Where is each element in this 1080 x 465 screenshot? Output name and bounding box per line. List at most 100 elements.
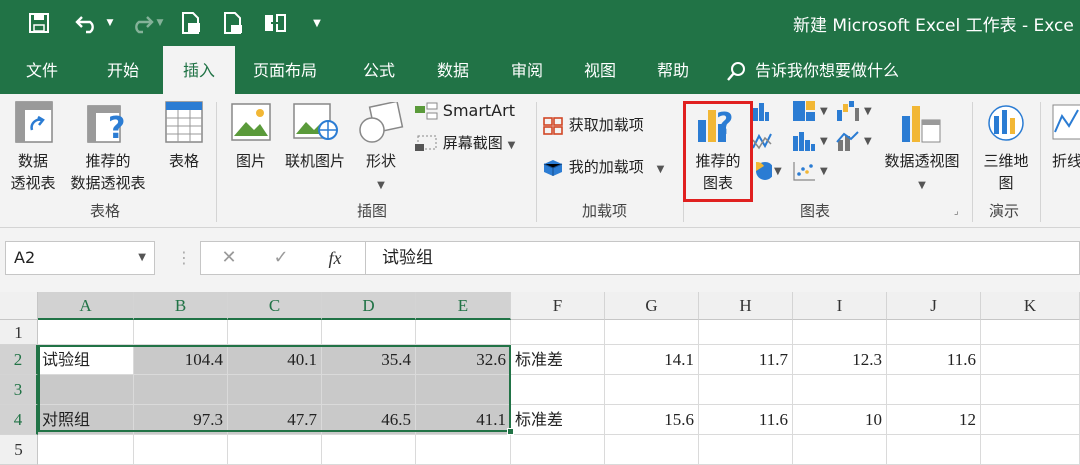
- cell-e1[interactable]: [416, 320, 511, 345]
- 3d-map-button[interactable]: 三维地 图: [976, 100, 1036, 200]
- combo-chart-button[interactable]: ▼: [836, 130, 876, 156]
- column-header-g[interactable]: G: [605, 292, 699, 320]
- cell-a1[interactable]: [38, 320, 134, 345]
- tab-home[interactable]: 开始: [107, 46, 139, 94]
- cell-d4[interactable]: 46.5: [322, 405, 416, 435]
- name-box[interactable]: A2 ▼: [5, 241, 155, 275]
- cell-j4[interactable]: 12: [887, 405, 981, 435]
- cell-h4[interactable]: 11.6: [699, 405, 793, 435]
- cell-g4[interactable]: 15.6: [605, 405, 699, 435]
- cell-c4[interactable]: 47.7: [228, 405, 322, 435]
- column-header-k[interactable]: K: [981, 292, 1080, 320]
- tab-formulas[interactable]: 公式: [363, 46, 395, 94]
- smartart-button[interactable]: SmartArt: [414, 100, 515, 122]
- name-box-dropdown-icon[interactable]: ▼: [138, 242, 146, 274]
- cell-i1[interactable]: [793, 320, 887, 345]
- cell-k1[interactable]: [981, 320, 1080, 345]
- statistic-chart-button[interactable]: ▼: [792, 130, 832, 156]
- cell-e5[interactable]: [416, 435, 511, 465]
- recommended-pivot-button[interactable]: ? 推荐的 数据透视表: [62, 100, 154, 200]
- tab-help[interactable]: 帮助: [657, 46, 689, 94]
- cell-h5[interactable]: [699, 435, 793, 465]
- pictures-button[interactable]: 图片: [224, 100, 278, 200]
- table-button[interactable]: 表格: [158, 100, 210, 200]
- cell-b4[interactable]: 97.3: [134, 405, 228, 435]
- row-header-2[interactable]: 2: [0, 345, 38, 375]
- shapes-button[interactable]: 形状 ▼: [354, 100, 408, 200]
- cell-k5[interactable]: [981, 435, 1080, 465]
- charts-dialog-launcher-icon[interactable]: ⌟: [954, 206, 959, 217]
- cell-j2[interactable]: 11.6: [887, 345, 981, 375]
- column-header-c[interactable]: C: [228, 292, 322, 320]
- get-addins-button[interactable]: 获取加载项: [542, 114, 644, 136]
- row-header-4[interactable]: 4: [0, 405, 38, 435]
- column-header-f[interactable]: F: [511, 292, 605, 320]
- cell-d3[interactable]: [322, 375, 416, 405]
- cell-j5[interactable]: [887, 435, 981, 465]
- column-header-e[interactable]: E: [416, 292, 511, 320]
- redo-icon[interactable]: [124, 8, 158, 38]
- cell-i2[interactable]: 12.3: [793, 345, 887, 375]
- select-all-button[interactable]: [0, 292, 38, 320]
- enter-check-icon[interactable]: ✓: [261, 242, 301, 274]
- tell-me-search[interactable]: 告诉我你想要做什么: [725, 46, 899, 94]
- cell-b3[interactable]: [134, 375, 228, 405]
- hierarchy-chart-button[interactable]: ▼: [792, 100, 832, 126]
- pivot-chart-button[interactable]: 数据透视图 ▼: [876, 100, 968, 200]
- cell-f4[interactable]: 标准差: [511, 405, 605, 435]
- column-header-b[interactable]: B: [134, 292, 228, 320]
- column-header-j[interactable]: J: [887, 292, 981, 320]
- pivot-table-button[interactable]: 数据 透视表: [4, 100, 62, 200]
- cell-c2[interactable]: 40.1: [228, 345, 322, 375]
- cell-a3[interactable]: [38, 375, 134, 405]
- line-chart-button[interactable]: [752, 130, 772, 156]
- insert-function-button[interactable]: fx: [315, 242, 355, 274]
- tab-insert[interactable]: 插入: [163, 46, 235, 95]
- cell-b1[interactable]: [134, 320, 228, 345]
- cell-i5[interactable]: [793, 435, 887, 465]
- cell-b5[interactable]: [134, 435, 228, 465]
- cell-e4[interactable]: 41.1: [416, 405, 511, 435]
- row-header-3[interactable]: 3: [0, 375, 38, 405]
- cell-h2[interactable]: 11.7: [699, 345, 793, 375]
- column-header-a[interactable]: A: [38, 292, 134, 320]
- tab-view[interactable]: 视图: [584, 46, 616, 94]
- pie-chart-button[interactable]: ▼: [752, 160, 782, 186]
- cell-g2[interactable]: 14.1: [605, 345, 699, 375]
- cell-a4[interactable]: 对照组: [38, 405, 134, 435]
- cell-e3[interactable]: [416, 375, 511, 405]
- tab-page-layout[interactable]: 页面布局: [253, 46, 317, 94]
- cell-b2[interactable]: 104.4: [134, 345, 228, 375]
- cell-j1[interactable]: [887, 320, 981, 345]
- cell-c5[interactable]: [228, 435, 322, 465]
- cell-i4[interactable]: 10: [793, 405, 887, 435]
- cell-d5[interactable]: [322, 435, 416, 465]
- fill-handle[interactable]: [507, 428, 514, 435]
- cell-g1[interactable]: [605, 320, 699, 345]
- tab-data[interactable]: 数据: [437, 46, 469, 94]
- cell-k4[interactable]: [981, 405, 1080, 435]
- cell-j3[interactable]: [887, 375, 981, 405]
- cell-k2[interactable]: [981, 345, 1080, 375]
- waterfall-chart-button[interactable]: ▼: [836, 100, 876, 126]
- cell-f3[interactable]: [511, 375, 605, 405]
- cell-g5[interactable]: [605, 435, 699, 465]
- cell-c3[interactable]: [228, 375, 322, 405]
- redo-dropdown-icon[interactable]: ▼: [154, 8, 166, 38]
- column-header-d[interactable]: D: [322, 292, 416, 320]
- undo-icon[interactable]: [70, 8, 106, 38]
- column-header-i[interactable]: I: [793, 292, 887, 320]
- formula-input[interactable]: 试验组: [366, 241, 1080, 275]
- column-header-h[interactable]: H: [699, 292, 793, 320]
- sparkline-line-button[interactable]: 折线: [1048, 100, 1080, 200]
- cell-g3[interactable]: [605, 375, 699, 405]
- cell-h1[interactable]: [699, 320, 793, 345]
- save-icon[interactable]: [22, 8, 56, 38]
- print-icon[interactable]: [218, 8, 248, 38]
- cell-c1[interactable]: [228, 320, 322, 345]
- cell-d2[interactable]: 35.4: [322, 345, 416, 375]
- undo-dropdown-icon[interactable]: ▼: [104, 8, 116, 38]
- cell-f1[interactable]: [511, 320, 605, 345]
- screenshot-button[interactable]: 屏幕截图 ▼: [414, 132, 515, 157]
- online-pictures-button[interactable]: 联机图片: [278, 100, 352, 200]
